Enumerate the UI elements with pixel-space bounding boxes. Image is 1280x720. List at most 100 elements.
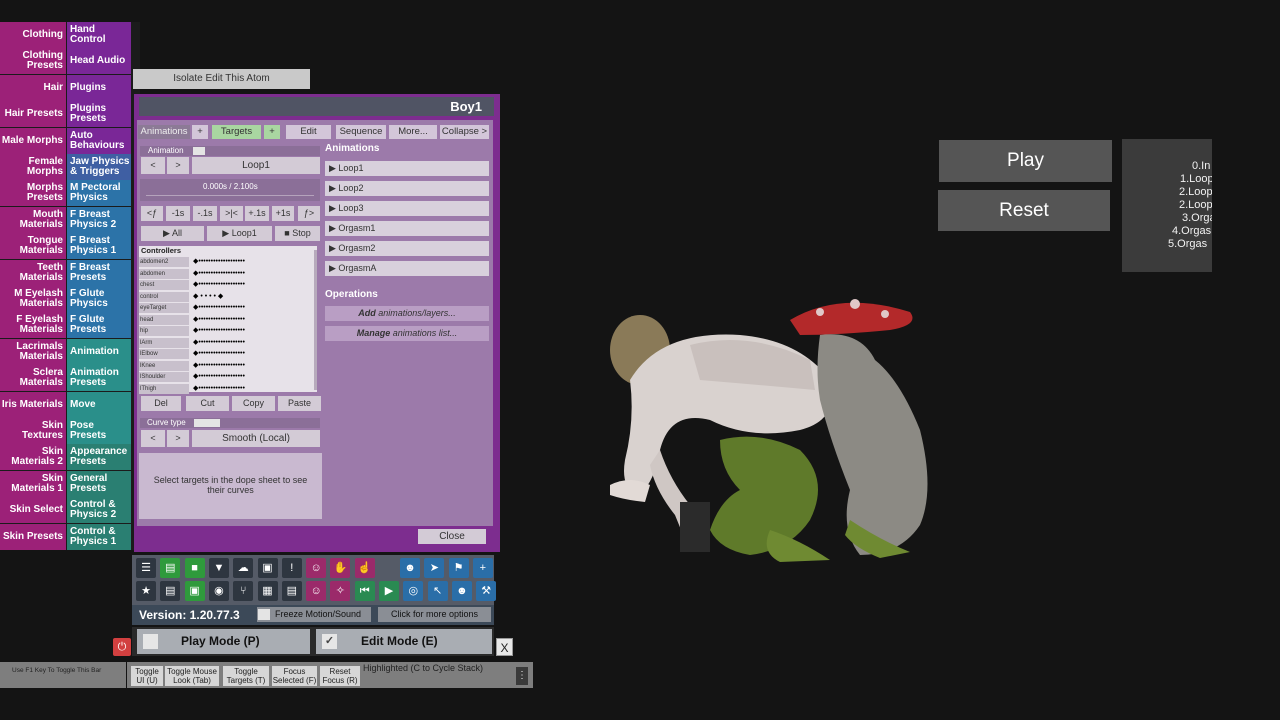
menu-item-right[interactable]: Control & Physics 2 bbox=[67, 497, 131, 524]
menu-item-right[interactable]: General Presets bbox=[67, 470, 131, 497]
keyframe-track[interactable]: ◆••••••••••••••••••• bbox=[193, 371, 245, 382]
hand-icon[interactable]: ✋ bbox=[330, 558, 351, 578]
controller-row[interactable]: abdomen2 ◆••••••••••••••••••• bbox=[139, 256, 317, 268]
add-animations-button[interactable]: Add animations/layers... bbox=[325, 306, 489, 321]
menu-item-right[interactable]: Jaw Physics & Triggers bbox=[67, 154, 131, 180]
play-current-button[interactable]: ▶ Loop1 bbox=[207, 226, 272, 241]
menu-item-left[interactable]: Clothing bbox=[0, 22, 66, 48]
keyframe-track[interactable]: ◆••••••••••••••••••• bbox=[193, 348, 245, 359]
menu-item-left[interactable]: Skin Select bbox=[0, 497, 66, 524]
menu-item-left[interactable]: Teeth Materials bbox=[0, 259, 66, 286]
animation-list-entry[interactable]: 4.Orgas bbox=[1172, 225, 1211, 237]
menu-item-right[interactable]: F Breast Physics 1 bbox=[67, 233, 131, 260]
menu-item-right[interactable]: Move bbox=[67, 391, 131, 418]
package-icon[interactable]: ▣ bbox=[257, 558, 278, 578]
menu-item-right[interactable]: Hand Control bbox=[67, 22, 131, 48]
menu-item-right[interactable]: Control & Physics 1 bbox=[67, 523, 131, 550]
scrub-button[interactable]: -1s bbox=[166, 206, 190, 221]
plus-icon[interactable]: + bbox=[472, 558, 493, 578]
play-icon[interactable]: ▶ bbox=[379, 581, 399, 601]
current-animation-dropdown[interactable]: Loop1 bbox=[192, 157, 320, 174]
play-button[interactable]: Play bbox=[939, 140, 1112, 182]
keyframe-track[interactable]: ◆••••••••••••••••••• bbox=[193, 279, 245, 290]
controller-row[interactable]: lShoulder ◆••••••••••••••••••• bbox=[139, 371, 317, 383]
controller-row[interactable]: head ◆••••••••••••••••••• bbox=[139, 314, 317, 326]
animation-next-button[interactable]: > bbox=[167, 157, 189, 174]
more-options-button[interactable]: Click for more options bbox=[378, 607, 491, 622]
tab-animations[interactable]: Animations bbox=[138, 125, 190, 139]
controller-row[interactable]: lArm ◆••••••••••••••••••• bbox=[139, 337, 317, 349]
menu-item-right[interactable]: Animation Presets bbox=[67, 365, 131, 392]
menu-item-left[interactable]: F Eyelash Materials bbox=[0, 312, 66, 339]
animation-list-entry[interactable]: 2.Loop bbox=[1179, 186, 1212, 198]
tab-collapse[interactable]: Collapse > bbox=[440, 125, 489, 139]
stop-button[interactable]: ■ Stop bbox=[275, 226, 320, 241]
manage-animations-button[interactable]: Manage animations list... bbox=[325, 326, 489, 341]
scrub-button[interactable]: <ƒ bbox=[141, 206, 163, 221]
cloud-icon[interactable]: ☁ bbox=[233, 558, 254, 578]
flag-icon[interactable]: ⚑ bbox=[448, 558, 469, 578]
menu-item-left[interactable]: Male Morphs bbox=[0, 127, 66, 154]
person-edit-icon[interactable]: ☺ bbox=[306, 581, 327, 601]
document-icon[interactable]: ▤ bbox=[281, 581, 302, 601]
power-icon[interactable]: ⏻ bbox=[113, 638, 131, 656]
curve-type-handle[interactable] bbox=[194, 419, 220, 427]
bottom-bar-button[interactable]: Toggle Targets (T) bbox=[223, 666, 269, 686]
menu-item-left[interactable]: Skin Materials 2 bbox=[0, 444, 66, 471]
menu-item-left[interactable]: Mouth Materials bbox=[0, 206, 66, 233]
freeze-checkbox[interactable] bbox=[258, 609, 270, 620]
keyframe-track[interactable]: ◆••••••••••••••••••• bbox=[193, 337, 245, 348]
controller-row[interactable]: lKnee ◆••••••••••••••••••• bbox=[139, 360, 317, 372]
skip-back-icon[interactable]: ⏮ bbox=[354, 581, 375, 601]
menu-item-right[interactable]: Auto Behaviours bbox=[67, 127, 131, 154]
tools-icon[interactable]: ⚒ bbox=[476, 581, 497, 601]
menu-item-left[interactable]: M Eyelash Materials bbox=[0, 286, 66, 312]
menu-item-left[interactable]: Skin Textures bbox=[0, 418, 66, 444]
animation-list-item[interactable]: ▶ Loop3 bbox=[325, 200, 489, 216]
curve-type-dropdown[interactable]: Smooth (Local) bbox=[192, 430, 320, 447]
scrub-button[interactable]: ƒ> bbox=[298, 206, 320, 221]
animation-list-item[interactable]: ▶ OrgasmA bbox=[325, 260, 489, 276]
menu-item-left[interactable]: Sclera Materials bbox=[0, 365, 66, 392]
menu-item-left[interactable]: Hair bbox=[0, 74, 66, 101]
controller-row[interactable]: hip ◆••••••••••••••••••• bbox=[139, 325, 317, 337]
menu-item-right[interactable]: Appearance Presets bbox=[67, 444, 131, 471]
animation-list-entry[interactable]: 0.In bbox=[1192, 160, 1210, 172]
reset-button[interactable]: Reset bbox=[938, 190, 1110, 231]
menu-item-left[interactable]: Female Morphs bbox=[0, 154, 66, 180]
play-all-button[interactable]: ▶ All bbox=[141, 226, 204, 241]
controller-row[interactable]: lThigh ◆••••••••••••••••••• bbox=[139, 383, 317, 395]
animation-selector-handle[interactable] bbox=[193, 147, 205, 155]
person-add-icon[interactable]: ☺ bbox=[306, 558, 327, 578]
camera-icon[interactable]: ◉ bbox=[208, 581, 229, 601]
close-button[interactable]: Close bbox=[418, 529, 486, 544]
alert-icon[interactable]: ! bbox=[281, 558, 302, 578]
curve-prev-button[interactable]: < bbox=[141, 430, 165, 447]
bottom-bar-button[interactable]: Toggle Mouse Look (Tab) bbox=[165, 666, 219, 686]
close-ui-button[interactable]: X bbox=[496, 638, 513, 656]
keyframe-track[interactable]: ◆••••••••••••••••••• bbox=[193, 314, 245, 325]
menu-item-left[interactable]: Iris Materials bbox=[0, 391, 66, 418]
edit-mode-button[interactable]: ✓ Edit Mode (E) bbox=[316, 629, 492, 654]
tab-targets[interactable]: Targets bbox=[212, 125, 261, 139]
star-icon[interactable]: ★ bbox=[136, 581, 156, 601]
menu-item-right[interactable]: Animation bbox=[67, 338, 131, 365]
isolate-edit-atom-button[interactable]: Isolate Edit This Atom bbox=[133, 69, 310, 89]
keyframe-track[interactable]: ◆ • • • • ◆ bbox=[193, 291, 223, 302]
dope-sheet[interactable]: Controllers abdomen2 ◆••••••••••••••••••• a… bbox=[139, 246, 317, 395]
keyframe-track[interactable]: ◆••••••••••••••••••• bbox=[193, 256, 245, 267]
controller-row[interactable]: lElbow ◆••••••••••••••••••• bbox=[139, 348, 317, 360]
scrub-button[interactable]: +1s bbox=[272, 206, 294, 221]
keyframe-track[interactable]: ◆••••••••••••••••••• bbox=[193, 268, 245, 279]
scrub-button[interactable]: +.1s bbox=[245, 206, 269, 221]
person-icon[interactable]: ☻ bbox=[400, 558, 420, 578]
menu-item-left[interactable]: Morphs Presets bbox=[0, 180, 66, 207]
animation-list-item[interactable]: ▶ Loop1 bbox=[325, 161, 489, 176]
animation-list-entry[interactable]: 1.Loop bbox=[1180, 173, 1212, 185]
animation-list-entry[interactable]: 3.Orga bbox=[1182, 212, 1212, 224]
boxes-icon[interactable]: ▦ bbox=[257, 581, 278, 601]
menu-item-right[interactable]: Plugins Presets bbox=[67, 101, 131, 128]
controller-row[interactable]: chest ◆••••••••••••••••••• bbox=[139, 279, 317, 291]
menu-item-left[interactable]: Lacrimals Materials bbox=[0, 338, 66, 365]
bottom-menu-icon[interactable]: ⋮ bbox=[516, 667, 528, 685]
